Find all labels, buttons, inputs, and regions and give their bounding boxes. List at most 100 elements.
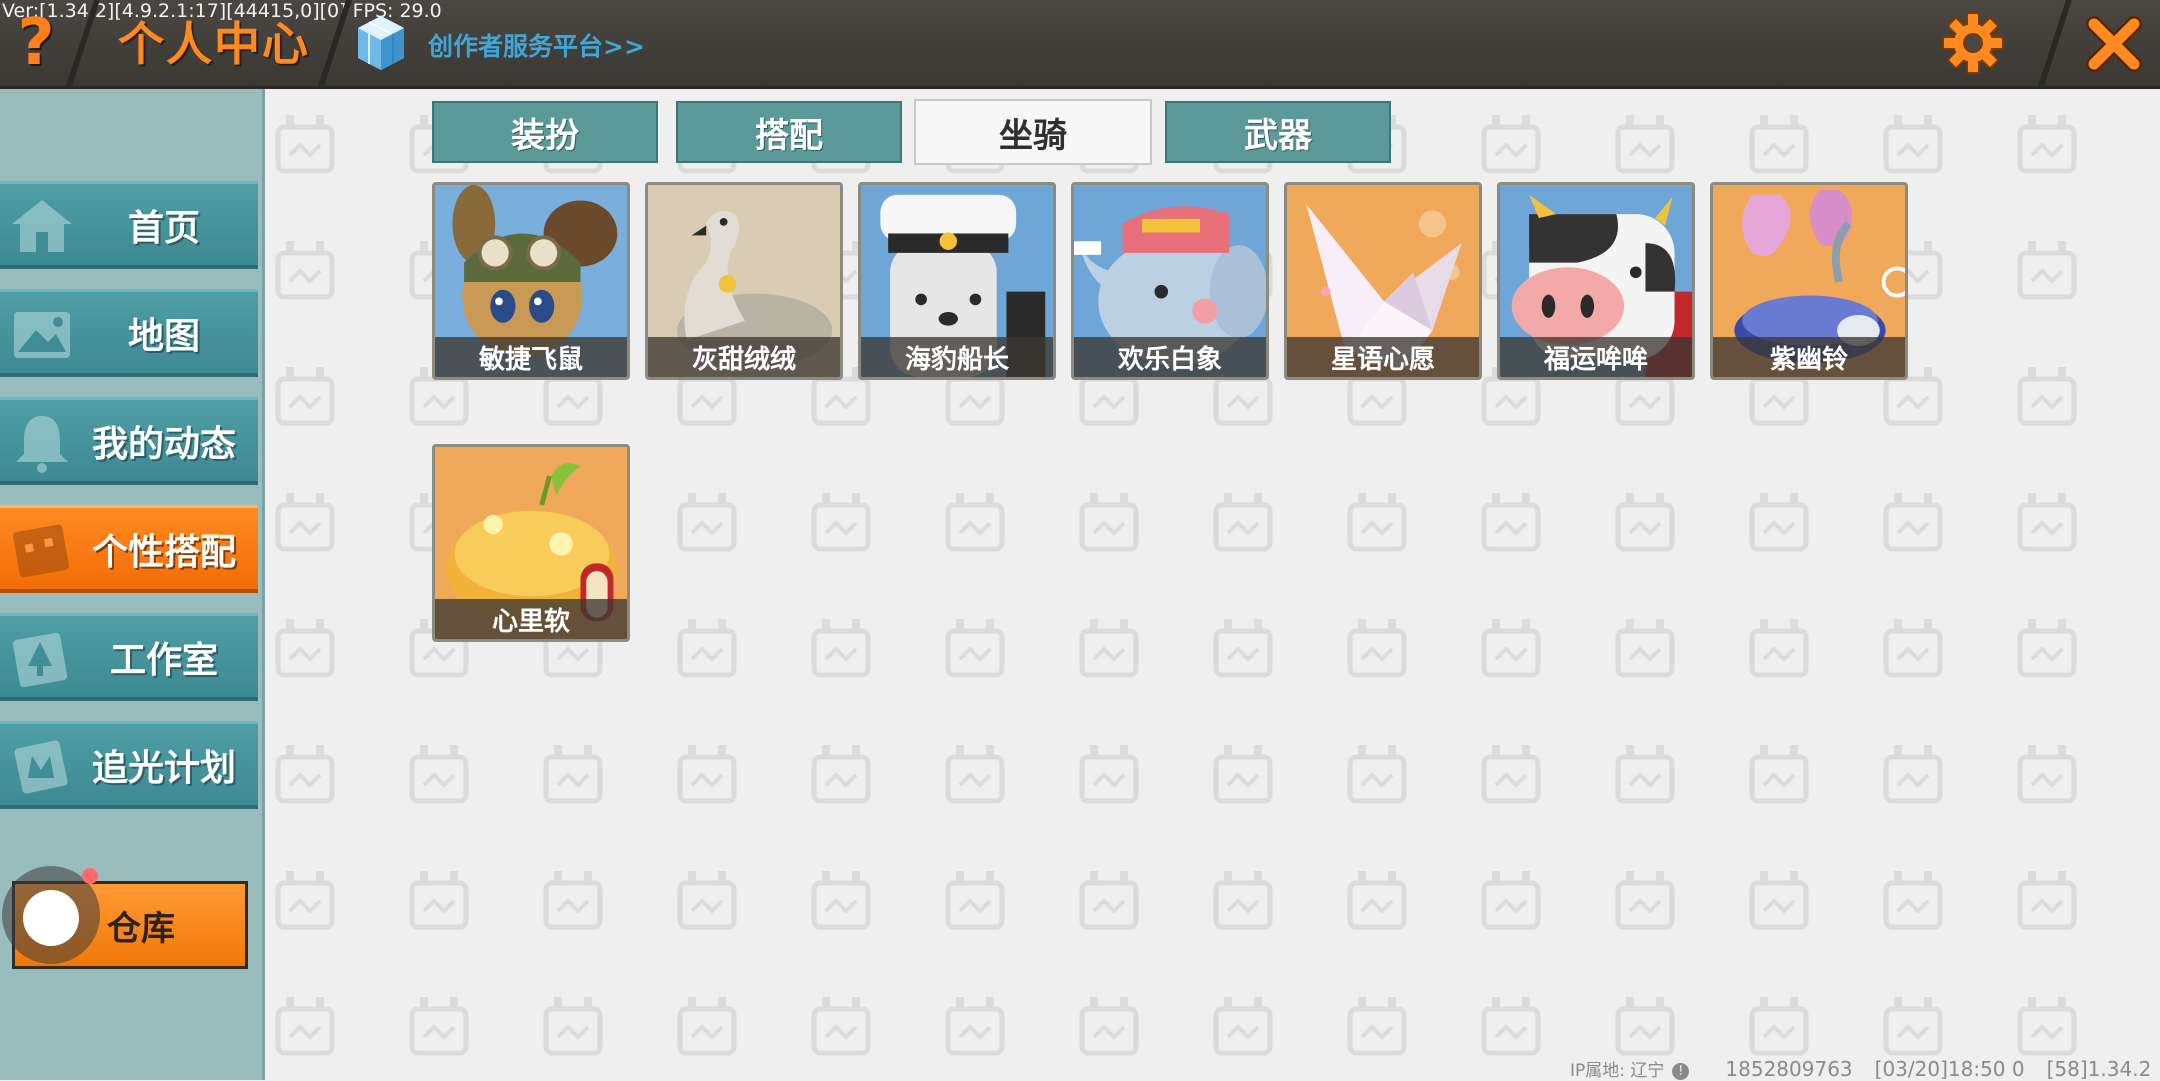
pattern-tile xyxy=(945,493,1005,552)
pattern-tile xyxy=(1749,493,1809,552)
sidebar-item-label: 首页 xyxy=(127,207,200,249)
close-button[interactable] xyxy=(2076,6,2152,82)
tab-match[interactable]: 搭配 xyxy=(676,101,902,163)
help-button[interactable]: ? xyxy=(0,0,72,86)
bell-icon xyxy=(16,416,68,473)
pattern-tile xyxy=(1749,619,1809,678)
tab-dress-up[interactable]: 装扮 xyxy=(432,101,658,163)
pattern-tile xyxy=(543,745,603,804)
pattern-tile xyxy=(1347,745,1407,804)
close-icon xyxy=(2086,16,2142,72)
creator-platform-icon[interactable] xyxy=(356,14,406,72)
studio-icon xyxy=(12,632,68,688)
mount-item[interactable]: 星语心愿 xyxy=(1284,182,1482,380)
pattern-tile xyxy=(2017,997,2077,1056)
mount-item[interactable]: 海豹船长 xyxy=(858,182,1056,380)
pattern-tile xyxy=(945,745,1005,804)
timestamp: [03/20]18:50 0 xyxy=(1874,1057,2025,1081)
pattern-tile xyxy=(1079,997,1139,1056)
pattern-tile xyxy=(1481,493,1541,552)
sidebar-item-label: 追光计划 xyxy=(91,747,236,789)
pattern-tile xyxy=(945,619,1005,678)
pattern-tile xyxy=(1079,745,1139,804)
mount-item[interactable]: 福运哞哞 xyxy=(1497,182,1695,380)
badge-icon xyxy=(14,740,68,794)
sidebar-item-studio[interactable]: 工作室 xyxy=(0,613,258,701)
pattern-tile xyxy=(1213,745,1273,804)
pattern-tile xyxy=(409,745,469,804)
item-name: 敏捷飞鼠 xyxy=(435,337,627,377)
pattern-tile xyxy=(2017,871,2077,930)
pattern-tile xyxy=(1213,493,1273,552)
item-name: 福运哞哞 xyxy=(1500,337,1692,377)
sidebar-item-chase-light[interactable]: 追光计划 xyxy=(0,721,258,809)
sidebar-item-map[interactable]: 地图 xyxy=(0,289,258,377)
pattern-tile xyxy=(2017,241,2077,300)
ip-location: IP属地: 辽宁 xyxy=(1570,1061,1665,1081)
mount-item[interactable]: 欢乐白象 xyxy=(1071,182,1269,380)
pattern-tile xyxy=(1883,745,1943,804)
tab-weapon[interactable]: 武器 xyxy=(1165,101,1391,163)
pattern-tile xyxy=(1213,619,1273,678)
pattern-tile xyxy=(1883,493,1943,552)
tab-mount[interactable]: 坐骑 xyxy=(914,99,1152,165)
pattern-tile xyxy=(1213,997,1273,1056)
pattern-tile xyxy=(1079,619,1139,678)
pattern-tile xyxy=(1347,493,1407,552)
pattern-tile xyxy=(543,997,603,1056)
item-name: 欢乐白象 xyxy=(1074,337,1266,377)
pattern-tile xyxy=(1883,619,1943,678)
pattern-tile xyxy=(945,997,1005,1056)
mount-item[interactable]: 心里软 xyxy=(432,444,630,642)
top-bar: Ver:[1.34.2][4.9.2.1:17][44415,0][0] FPS… xyxy=(0,0,2160,89)
pattern-tile xyxy=(275,241,335,300)
mount-item[interactable]: 灰甜绒绒 xyxy=(645,182,843,380)
build-info: [58]1.34.2 xyxy=(2046,1057,2152,1081)
pattern-tile xyxy=(811,871,871,930)
pattern-tile xyxy=(1749,745,1809,804)
pattern-tile xyxy=(677,745,737,804)
pattern-tile xyxy=(1079,871,1139,930)
pattern-tile xyxy=(409,997,469,1056)
house-icon xyxy=(12,200,72,252)
sidebar-item-label: 个性搭配 xyxy=(91,531,236,573)
sidebar-item-activity[interactable]: 我的动态 xyxy=(0,397,258,485)
pattern-tile xyxy=(1481,745,1541,804)
floating-touch-button[interactable] xyxy=(23,890,79,946)
creator-platform-link[interactable]: 创作者服务平台>> xyxy=(428,27,645,63)
pattern-tile xyxy=(1749,115,1809,174)
pattern-tile xyxy=(1615,493,1675,552)
info-icon[interactable]: ! xyxy=(1672,1063,1690,1080)
pattern-tile xyxy=(677,871,737,930)
pattern-tile xyxy=(811,619,871,678)
sidebar-item-home[interactable]: 首页 xyxy=(0,181,258,269)
warehouse-label: 仓库 xyxy=(107,908,175,949)
pattern-tile xyxy=(677,619,737,678)
pattern-tile xyxy=(677,997,737,1056)
pattern-tile xyxy=(1615,871,1675,930)
wardrobe-icon xyxy=(13,524,69,578)
item-name: 灰甜绒绒 xyxy=(648,337,840,377)
pattern-tile xyxy=(1481,871,1541,930)
content-area: 装扮 搭配 坐骑 武器 敏捷飞鼠 灰甜绒绒 海豹船长 欢乐白象 星语心愿 福运哞… xyxy=(265,89,2160,1080)
mount-item[interactable]: 紫幽铃 xyxy=(1710,182,1908,380)
pattern-tile xyxy=(1347,619,1407,678)
pattern-tile xyxy=(2017,745,2077,804)
pattern-tile xyxy=(1079,493,1139,552)
pattern-tile xyxy=(1347,997,1407,1056)
pattern-tile xyxy=(2017,115,2077,174)
page-title: 个人中心 xyxy=(118,17,310,71)
pattern-tile xyxy=(811,745,871,804)
pattern-tile xyxy=(275,619,335,678)
divider xyxy=(2038,0,2072,86)
sidebar-item-label: 工作室 xyxy=(109,639,218,681)
item-name: 星语心愿 xyxy=(1287,337,1479,377)
sidebar-item-outfit[interactable]: 个性搭配 xyxy=(0,505,258,593)
pattern-tile xyxy=(275,997,335,1056)
sidebar-item-label: 我的动态 xyxy=(91,423,236,465)
pattern-tile xyxy=(1883,871,1943,930)
status-footer: IP属地: 辽宁! 1852809763 [03/20]18:50 0 [58]1.3… xyxy=(1570,1056,2151,1081)
gear-icon[interactable] xyxy=(1940,10,2006,76)
mount-item[interactable]: 敏捷飞鼠 xyxy=(432,182,630,380)
pattern-tile xyxy=(1481,997,1541,1056)
